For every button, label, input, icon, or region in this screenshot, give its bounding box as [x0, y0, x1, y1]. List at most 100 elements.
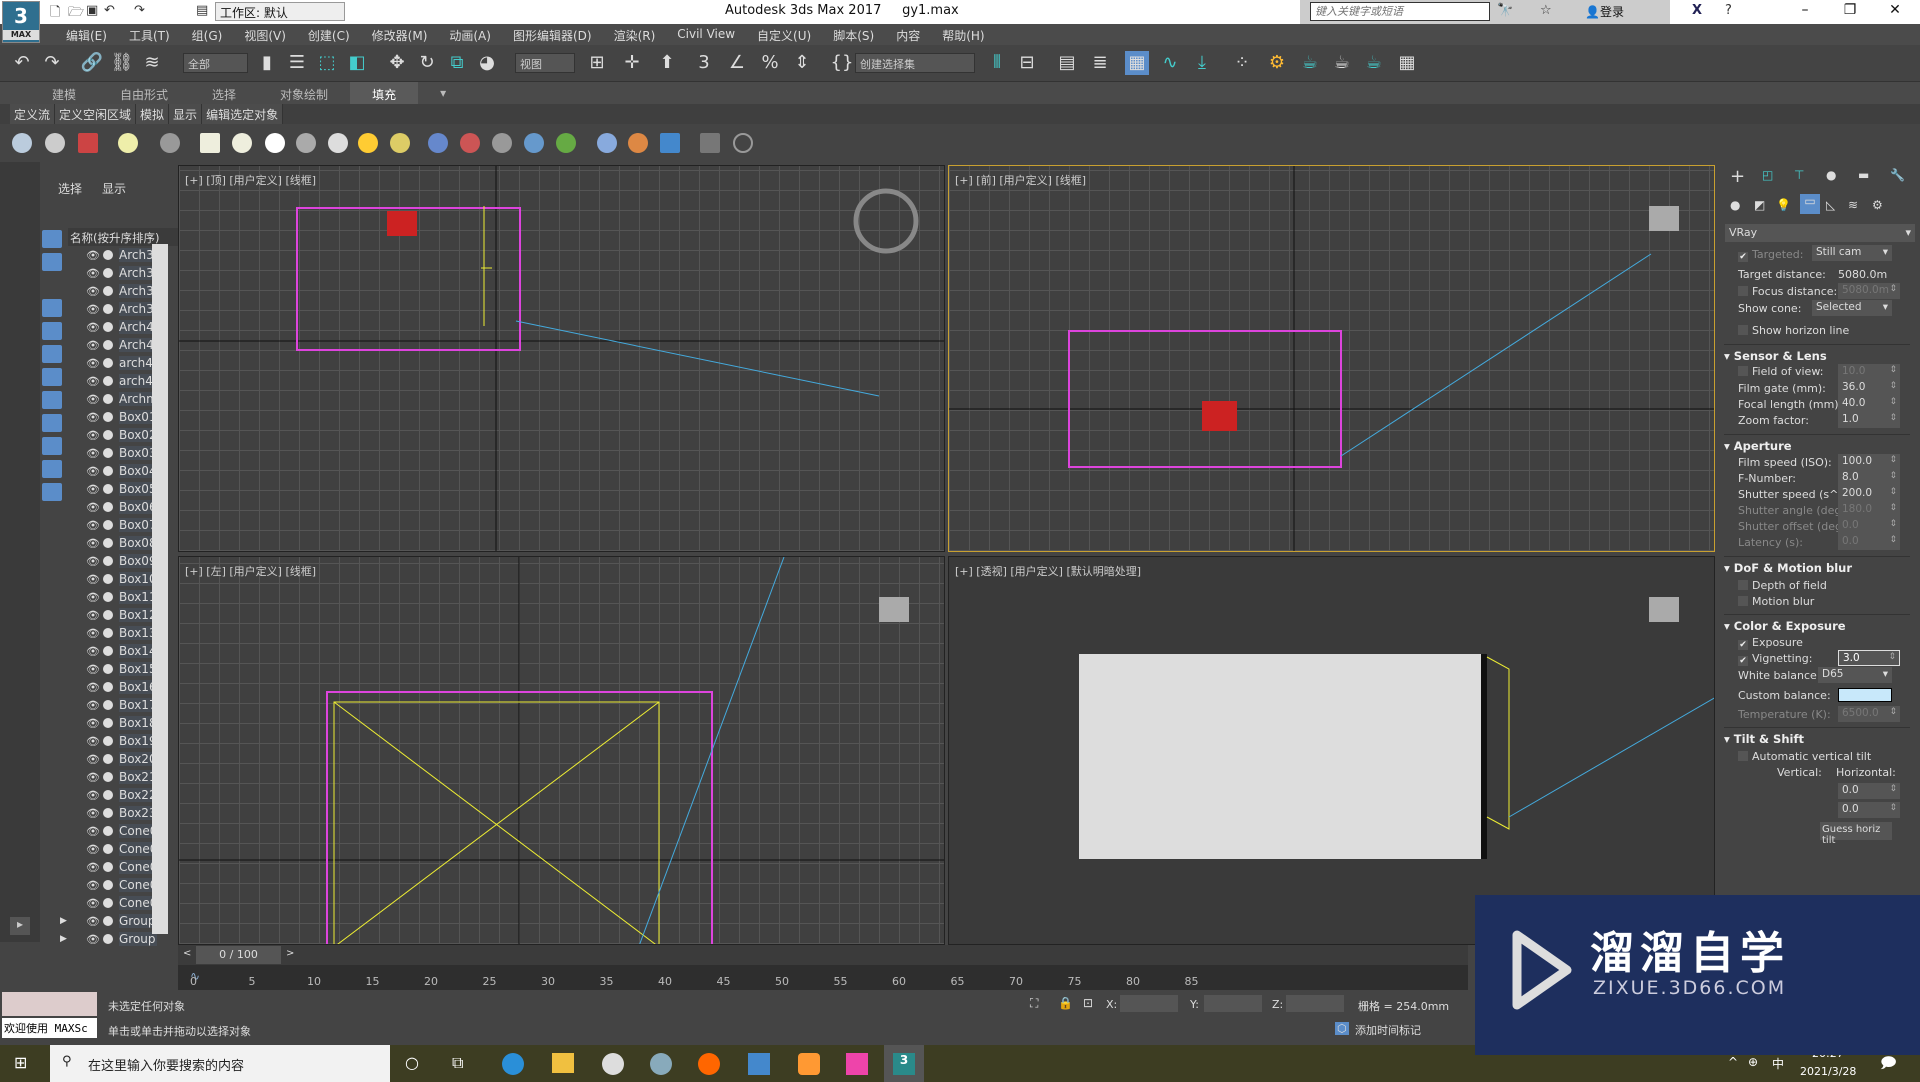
selection-filter-dropdown[interactable]: 全部 — [183, 53, 248, 73]
binoculars-icon[interactable]: 🔭 — [1497, 3, 1513, 18]
ime-indicator[interactable]: 中 — [1772, 1055, 1784, 1072]
freeze-dot-icon[interactable] — [103, 934, 113, 944]
explorer-tab-display[interactable]: 显示 — [102, 180, 126, 197]
keyboard-shortcut-icon[interactable]: ⬆ — [655, 51, 679, 75]
visibility-eye-icon[interactable]: 👁 — [86, 303, 100, 316]
maxscript-listener[interactable] — [2, 992, 97, 1016]
teapot-icon[interactable] — [12, 133, 32, 153]
list-item[interactable]: 👁 Box16 — [40, 678, 170, 696]
visibility-eye-icon[interactable]: 👁 — [86, 267, 100, 280]
exchange-icon[interactable]: X — [1692, 3, 1702, 18]
angle-spinner[interactable]: 180.0 — [1838, 502, 1900, 518]
visibility-eye-icon[interactable]: 👁 — [86, 537, 100, 550]
visibility-eye-icon[interactable]: 👁 — [86, 249, 100, 262]
expand-icon[interactable]: ▶ — [60, 934, 72, 944]
menu-edit[interactable]: 编辑(E) — [55, 24, 118, 45]
sky-icon[interactable] — [390, 133, 410, 153]
menu-scripting[interactable]: 脚本(S) — [822, 24, 885, 45]
panel-define-idle-areas[interactable]: 定义空闲区域 — [55, 104, 137, 124]
save-icon[interactable]: ▣ — [86, 3, 98, 18]
list-item[interactable]: 👁 arch4 — [40, 354, 170, 372]
render-icon[interactable]: ☕ — [1330, 51, 1354, 75]
taskbar-3dsmax[interactable]: 3 — [884, 1045, 924, 1082]
vray-toolbar-icon[interactable]: ▦ — [1395, 51, 1419, 75]
notification-icon[interactable]: 🗩 — [1880, 1053, 1897, 1078]
freeze-dot-icon[interactable] — [103, 700, 113, 710]
rotate-icon[interactable]: ↻ — [415, 51, 439, 75]
snaps-icon[interactable]: 3 — [692, 51, 716, 75]
isolate-icon[interactable]: ⛶ — [1030, 996, 1038, 1011]
tab-modeling[interactable]: 建模 — [30, 82, 98, 104]
freeze-dot-icon[interactable] — [103, 718, 113, 728]
undo-icon[interactable]: ↶ — [10, 51, 34, 75]
scale-icon[interactable]: ⧉ — [445, 51, 469, 75]
spacewarps-icon[interactable]: ≋ — [1848, 198, 1858, 212]
freeze-dot-icon[interactable] — [103, 250, 113, 260]
list-item[interactable]: 👁 Box13 — [40, 624, 170, 642]
plane-icon[interactable] — [492, 133, 512, 153]
lights-icon[interactable]: 💡 — [1776, 198, 1791, 212]
schematic-view-icon[interactable]: ⤓ — [1190, 51, 1214, 75]
infocenter-search[interactable] — [1310, 2, 1490, 21]
star-icon[interactable]: ☆ — [1540, 3, 1552, 18]
list-item[interactable]: 👁 Arch3 — [40, 246, 170, 264]
select-by-name-icon[interactable]: ☰ — [285, 51, 309, 75]
freeze-dot-icon[interactable] — [103, 430, 113, 440]
render-setup-icon[interactable]: ⚙ — [1265, 51, 1289, 75]
menu-create[interactable]: 创建(C) — [297, 24, 361, 45]
freeze-dot-icon[interactable] — [103, 358, 113, 368]
freeze-dot-icon[interactable] — [103, 574, 113, 584]
spinner-snap-icon[interactable]: ⇕ — [790, 51, 814, 75]
list-item[interactable]: 👁 Box23 — [40, 804, 170, 822]
z-field[interactable] — [1286, 995, 1344, 1012]
freeze-dot-icon[interactable] — [103, 376, 113, 386]
material-ball-icon[interactable] — [597, 133, 617, 153]
horizontal-shift-spinner[interactable]: 0.0 — [1838, 802, 1900, 818]
edge-icon[interactable] — [502, 1053, 524, 1075]
list-item[interactable]: 👁 Cone0 — [40, 894, 170, 912]
maxscript-input[interactable]: 欢迎使用 MAXSc — [2, 1018, 97, 1038]
custom-balance-swatch[interactable] — [1838, 688, 1892, 702]
select-object-icon[interactable]: ▮ — [255, 51, 279, 75]
guess-horiz-tilt-button[interactable]: Guess horiz tilt — [1820, 822, 1892, 846]
window-crossing-icon[interactable]: ◧ — [345, 51, 369, 75]
iso-spinner[interactable]: 100.0 — [1838, 454, 1900, 470]
freeze-dot-icon[interactable] — [103, 628, 113, 638]
visibility-eye-icon[interactable]: 👁 — [86, 627, 100, 640]
bind-spacewarp-icon[interactable]: ≋ — [140, 51, 164, 75]
show-cone-dropdown[interactable]: Selected ▾ — [1812, 300, 1892, 316]
freeze-dot-icon[interactable] — [103, 682, 113, 692]
task-view-icon[interactable]: ⧉ — [452, 1053, 463, 1073]
visibility-eye-icon[interactable]: 👁 — [86, 861, 100, 874]
menu-content[interactable]: 内容 — [885, 24, 931, 45]
menu-animation[interactable]: 动画(A) — [438, 24, 502, 45]
shapes-icon[interactable]: ◩ — [1754, 198, 1765, 212]
object-type-dropdown[interactable]: VRay ▾ — [1725, 224, 1915, 242]
visibility-eye-icon[interactable]: 👁 — [86, 807, 100, 820]
list-item[interactable]: 👁 Box06 — [40, 498, 170, 516]
placement-icon[interactable]: ◕ — [475, 51, 499, 75]
freeze-dot-icon[interactable] — [103, 808, 113, 818]
visibility-eye-icon[interactable]: 👁 — [86, 933, 100, 946]
visibility-eye-icon[interactable]: 👁 — [86, 753, 100, 766]
camera-icon[interactable] — [160, 133, 180, 153]
list-item[interactable]: 👁 Box04 — [40, 462, 170, 480]
help-icon[interactable] — [733, 133, 753, 153]
palette-icon[interactable] — [628, 133, 648, 153]
sun-icon[interactable] — [358, 133, 378, 153]
list-item[interactable]: 👁 Cone0 — [40, 876, 170, 894]
tilt-shift-rollout[interactable]: ▾ Tilt & Shift — [1724, 727, 1910, 746]
workspace-dropdown[interactable]: 工作区: 默认 — [215, 2, 345, 21]
freeze-dot-icon[interactable] — [103, 412, 113, 422]
fov-spinner[interactable]: 10.0 — [1838, 364, 1900, 380]
viewport-left[interactable]: [+] [左] [用户定义] [线框] — [178, 556, 945, 945]
cameras-icon[interactable]: ▭ — [1800, 194, 1820, 214]
freeze-dot-icon[interactable] — [103, 538, 113, 548]
visibility-eye-icon[interactable]: 👁 — [86, 375, 100, 388]
time-tag-icon[interactable]: ⬡ — [1335, 1022, 1349, 1035]
expand-icon[interactable]: ▶ — [60, 916, 72, 926]
targeted-checkbox[interactable]: ✔ Targeted: — [1738, 248, 1804, 262]
visibility-eye-icon[interactable]: 👁 — [86, 357, 100, 370]
visibility-eye-icon[interactable]: 👁 — [86, 717, 100, 730]
visibility-eye-icon[interactable]: 👁 — [86, 681, 100, 694]
